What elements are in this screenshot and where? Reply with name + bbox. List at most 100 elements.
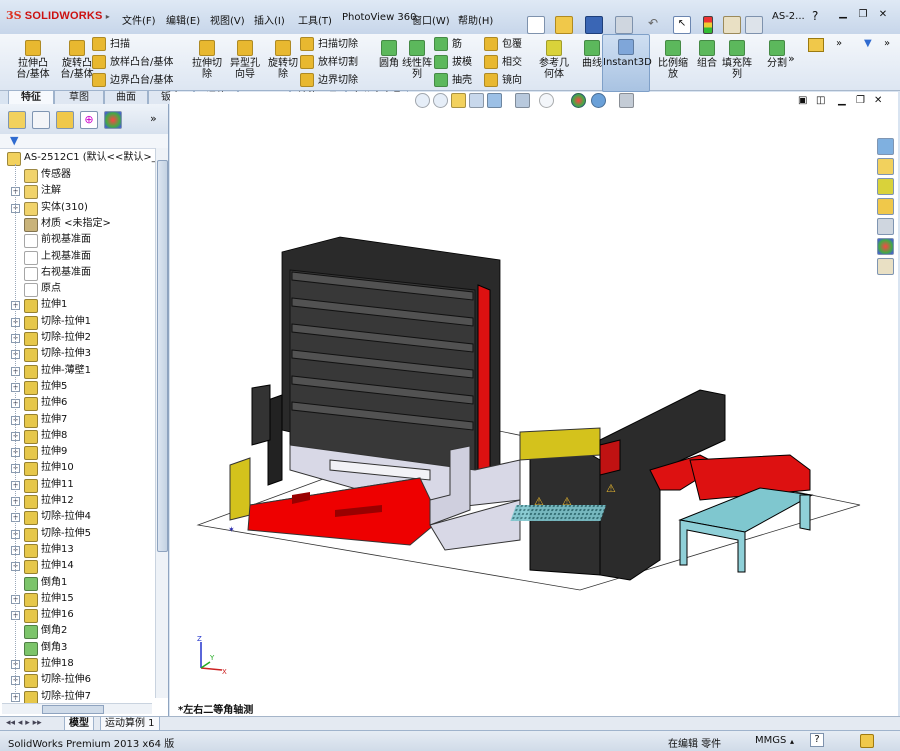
custom-properties-icon[interactable] xyxy=(877,258,894,275)
tree-item[interactable]: + 拉伸16 xyxy=(0,607,155,624)
tree-horizontal-thumb[interactable] xyxy=(42,705,104,714)
doc-tile-icon[interactable]: ◫ xyxy=(816,95,825,106)
zoom-to-area-icon[interactable] xyxy=(433,93,448,108)
menu-item-1[interactable]: 编辑(E) xyxy=(166,12,200,27)
tree-item[interactable]: + 拉伸15 xyxy=(0,591,155,607)
feature-manager-tab-icon[interactable] xyxy=(8,111,26,129)
tree-item[interactable]: + 拉伸9 xyxy=(0,444,155,461)
tree-item[interactable]: + 拉伸13 xyxy=(0,542,155,558)
display-manager-tab-icon[interactable] xyxy=(104,111,122,129)
tool-extrude-cut[interactable]: 拉伸切 除 xyxy=(188,40,226,80)
options-icon[interactable] xyxy=(745,16,763,34)
view-settings-icon[interactable] xyxy=(619,93,634,108)
tree-item[interactable]: + 注解 xyxy=(0,183,155,200)
tree-item[interactable]: + 拉伸14 xyxy=(0,558,155,575)
select-arrow-icon[interactable]: ↖ xyxy=(673,16,691,34)
row-tool-4[interactable]: 放样切割 xyxy=(300,55,358,71)
filter-icon[interactable]: ▼ xyxy=(10,134,18,147)
design-library-icon[interactable] xyxy=(877,158,894,175)
edit-appearance-icon[interactable] xyxy=(571,93,586,108)
menu-item-4[interactable]: 工具(T) xyxy=(298,12,332,27)
tab-1[interactable]: 草图 xyxy=(54,90,104,105)
expand-panel-icon[interactable]: » xyxy=(150,112,157,125)
doc-minimize-icon[interactable]: ▣ xyxy=(798,95,807,106)
filter-toggle-icon[interactable]: ▼ xyxy=(864,38,872,49)
row-tool-9[interactable]: 包覆 xyxy=(484,37,522,53)
expand-filter-icon[interactable]: » xyxy=(884,38,890,49)
tree-item[interactable]: 前视基准面 xyxy=(0,232,155,249)
row-tool-2[interactable]: 边界凸台/基体 xyxy=(92,73,173,89)
open-folder-icon[interactable] xyxy=(555,16,573,34)
tab-scroll-arrows-icon[interactable]: ◂◂ ◂ ▸ ▸▸ xyxy=(6,718,42,728)
unit-dropdown-arrow-icon[interactable]: ▴ xyxy=(790,737,794,746)
menu-item-7[interactable]: 帮助(H) xyxy=(458,12,493,27)
tree-item[interactable]: + 拉伸1 xyxy=(0,297,155,314)
tool-fill-pattern[interactable]: 填充阵 列 xyxy=(718,40,756,80)
tab-0[interactable]: 特征 xyxy=(8,90,54,105)
doc-close-icon[interactable]: ✕ xyxy=(874,95,882,106)
tab-model[interactable]: 模型 xyxy=(64,717,94,731)
tree-item[interactable]: + 拉伸-薄壁1 xyxy=(0,363,155,379)
zoom-to-fit-icon[interactable] xyxy=(415,93,430,108)
doc-restore-icon[interactable]: ❐ xyxy=(856,95,865,106)
tree-item[interactable]: + 拉伸7 xyxy=(0,412,155,428)
row-tool-6[interactable]: 筋 xyxy=(434,37,462,53)
hide-show-icon[interactable] xyxy=(539,93,554,108)
previous-view-icon[interactable] xyxy=(451,93,466,108)
dimxpert-tab-icon[interactable]: ⊕ xyxy=(80,111,98,129)
tree-item[interactable]: + 切除-拉伸5 xyxy=(0,526,155,542)
tree-item[interactable]: + 拉伸5 xyxy=(0,379,155,395)
tree-item[interactable]: + 拉伸12 xyxy=(0,493,155,509)
tree-item[interactable]: + 拉伸11 xyxy=(0,477,155,493)
menu-item-6[interactable]: 窗口(W) xyxy=(412,12,450,27)
configuration-manager-tab-icon[interactable] xyxy=(56,111,74,129)
tool-reference-geometry[interactable]: 参考几 何体 xyxy=(535,40,573,80)
minimize-icon[interactable]: ▁ xyxy=(836,8,850,22)
tab-2[interactable]: 曲面 xyxy=(104,90,148,105)
help-status-icon[interactable]: ? xyxy=(810,733,824,747)
rebuild-status-icon[interactable] xyxy=(860,734,874,748)
tool-scale[interactable]: 比例缩 放 xyxy=(654,40,692,80)
tree-item[interactable]: 倒角1 xyxy=(0,575,155,591)
folder-icon[interactable] xyxy=(877,198,894,215)
row-tool-7[interactable]: 拔模 xyxy=(434,55,472,71)
tree-item[interactable]: + 拉伸6 xyxy=(0,395,155,412)
view-orientation-icon[interactable] xyxy=(487,93,502,108)
help-icon[interactable]: ? xyxy=(812,9,818,23)
tree-item[interactable]: 材质 <未指定> xyxy=(0,216,155,232)
tree-scrollbar-thumb[interactable] xyxy=(157,160,168,552)
tree-horizontal-scrollbar[interactable] xyxy=(2,703,152,714)
tree-item[interactable]: + 切除-拉伸2 xyxy=(0,330,155,346)
sketch-toggle-icon[interactable] xyxy=(808,38,824,52)
file-explorer-icon[interactable] xyxy=(877,178,894,195)
row-tool-3[interactable]: 扫描切除 xyxy=(300,37,358,53)
tree-item[interactable]: + 切除-拉伸1 xyxy=(0,314,155,330)
tree-item[interactable]: 右视基准面 xyxy=(0,265,155,281)
tree-item[interactable]: 原点 xyxy=(0,281,155,298)
tree-item[interactable]: 倒角2 xyxy=(0,623,155,640)
apply-scene-icon[interactable] xyxy=(591,93,606,108)
tree-item[interactable]: 倒角3 xyxy=(0,640,155,656)
new-document-icon[interactable] xyxy=(527,16,545,34)
tree-item[interactable]: + 实体(310) xyxy=(0,200,155,216)
row-tool-10[interactable]: 相交 xyxy=(484,55,522,71)
view-palette-icon[interactable] xyxy=(877,218,894,235)
more-tools-icon[interactable]: » xyxy=(788,52,795,65)
close-icon[interactable]: ✕ xyxy=(876,8,890,22)
doc-min-icon[interactable]: ▁ xyxy=(838,95,846,106)
row-tool-11[interactable]: 镜向 xyxy=(484,73,522,89)
tool-extrude-boss[interactable]: 拉伸凸 台/基体 xyxy=(14,40,52,80)
tree-item[interactable]: + 拉伸10 xyxy=(0,460,155,477)
row-tool-0[interactable]: 扫描 xyxy=(92,37,130,53)
tree-item[interactable]: + 拉伸18 xyxy=(0,656,155,672)
tree-item[interactable]: + 拉伸8 xyxy=(0,428,155,444)
tool-revolve-cut[interactable]: 旋转切 除 xyxy=(264,40,302,80)
expand-toggle-icon[interactable]: » xyxy=(836,38,842,49)
unit-system[interactable]: MMGS xyxy=(755,735,786,746)
solidworks-resources-icon[interactable] xyxy=(877,138,894,155)
restore-icon[interactable]: ❐ xyxy=(856,8,870,22)
menu-item-5[interactable]: PhotoView 360 xyxy=(342,12,417,23)
menu-item-0[interactable]: 文件(F) xyxy=(122,12,156,27)
menu-item-3[interactable]: 插入(I) xyxy=(254,12,285,27)
tab-motion-study[interactable]: 运动算例 1 xyxy=(100,717,160,731)
